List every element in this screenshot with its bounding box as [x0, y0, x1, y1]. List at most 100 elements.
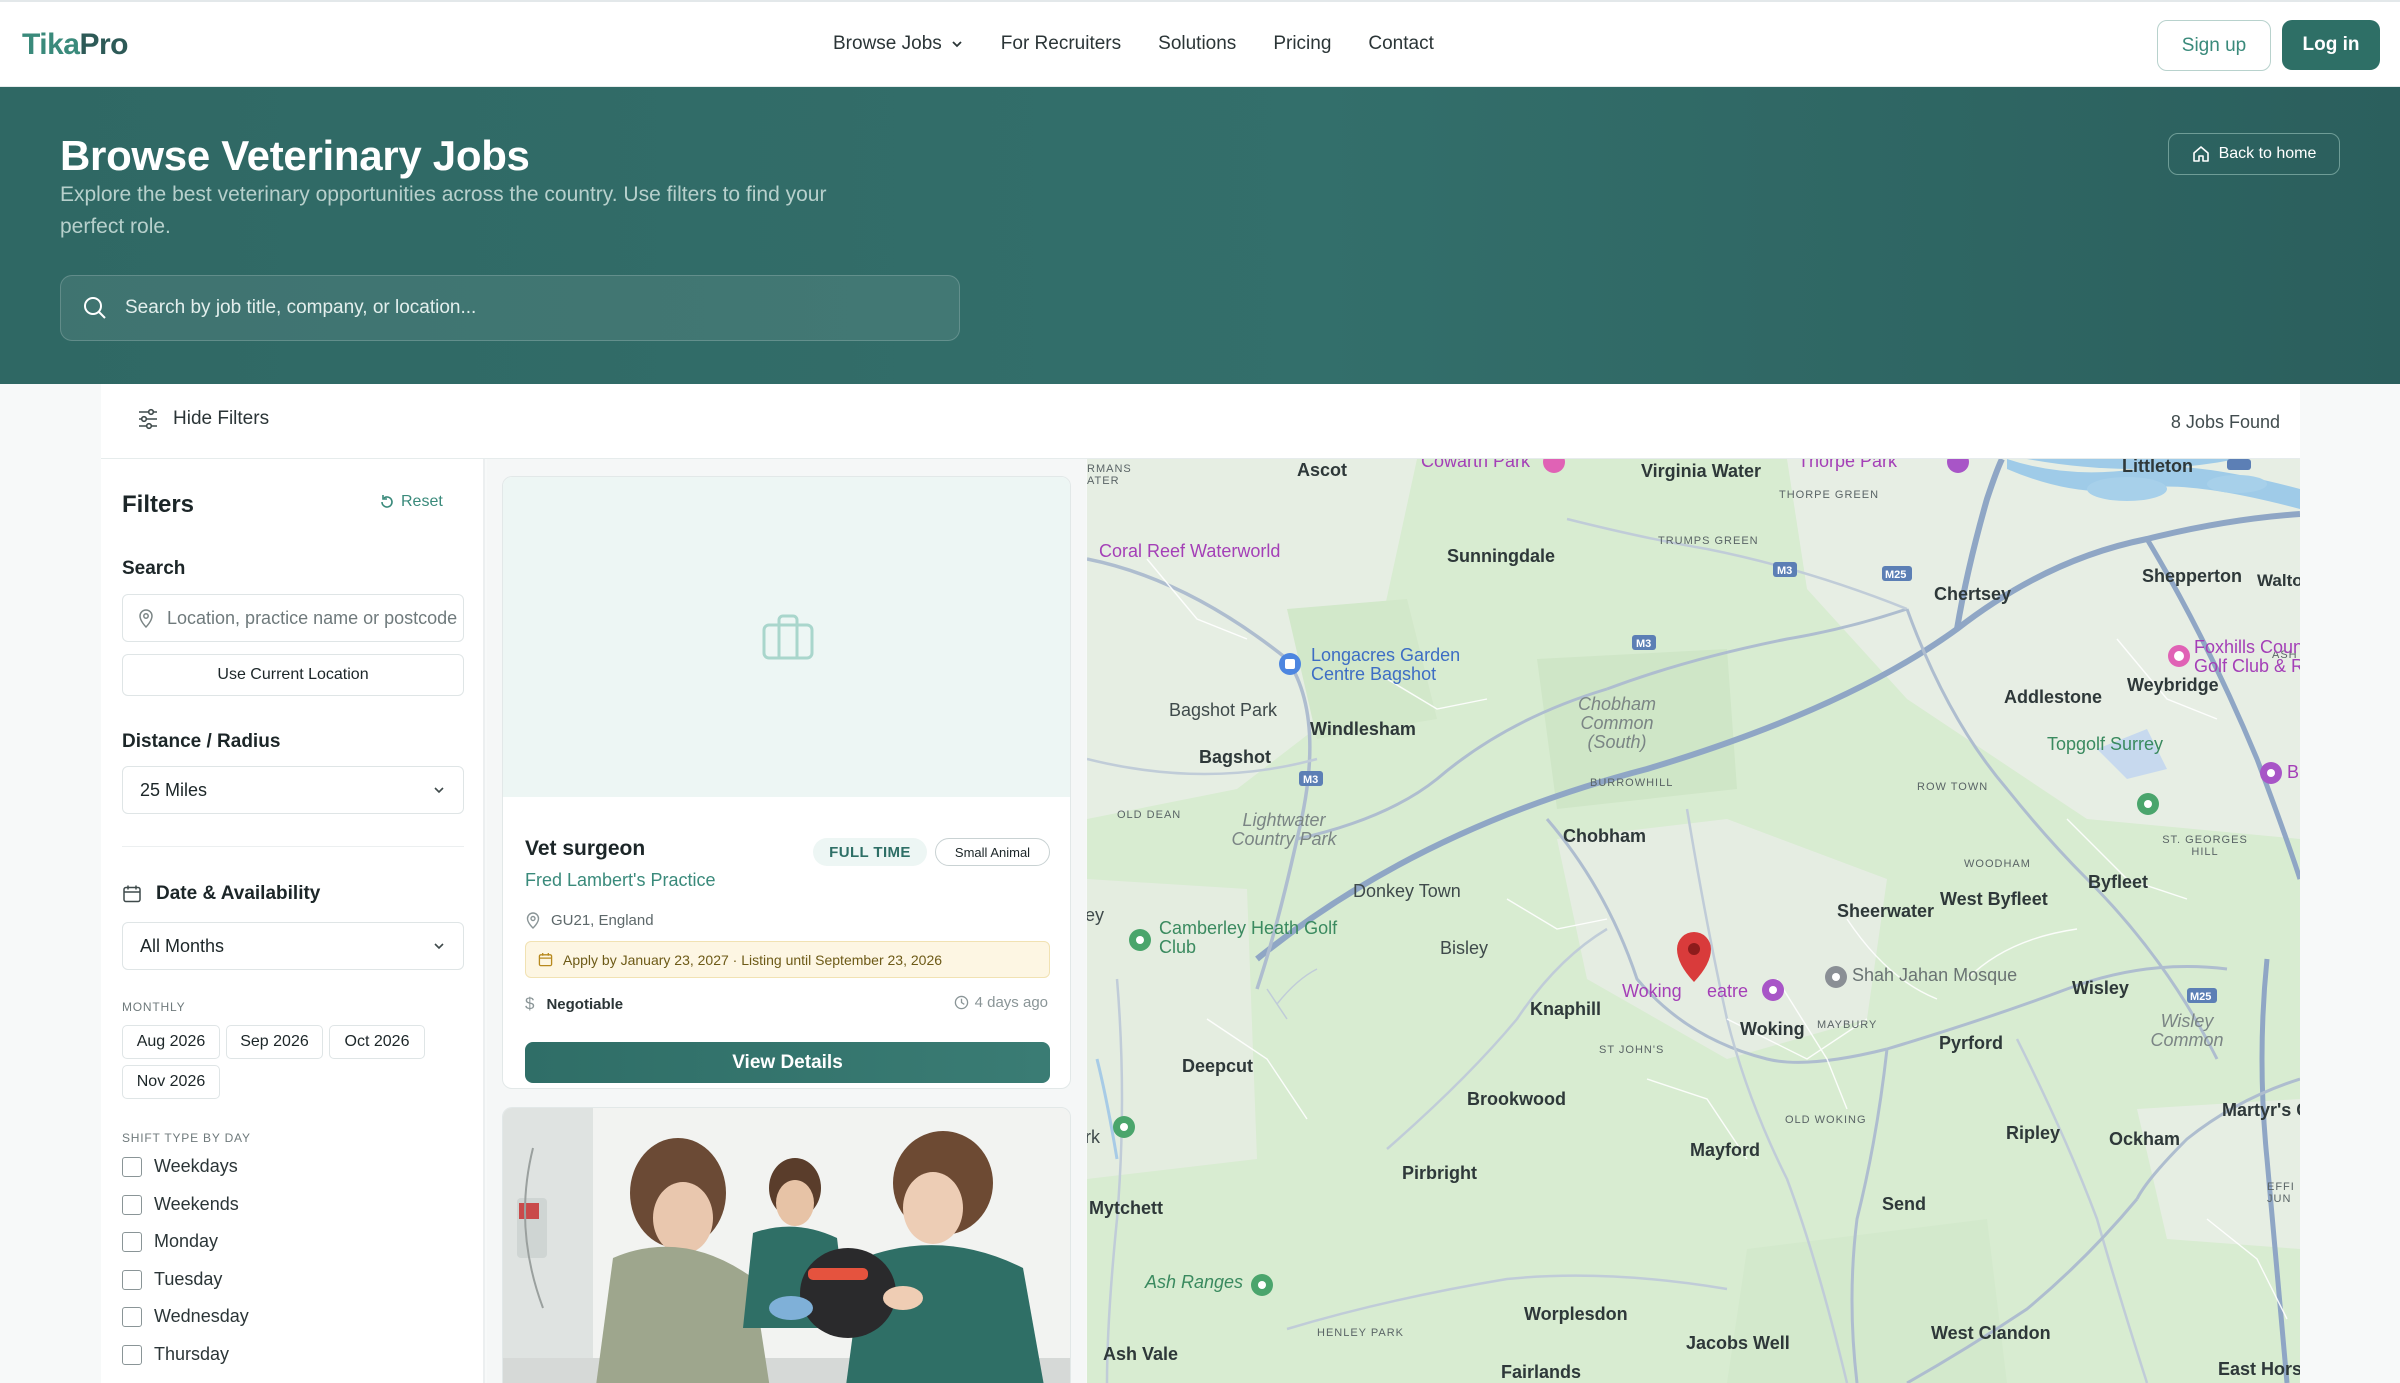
- map-label: rk: [1087, 1127, 1100, 1147]
- nav-solutions[interactable]: Solutions: [1158, 33, 1236, 55]
- sliders-icon: [139, 408, 157, 430]
- shift-checkbox-weekends[interactable]: Weekends: [122, 1194, 239, 1215]
- home-icon: [2192, 146, 2209, 162]
- checkbox[interactable]: [122, 1231, 142, 1252]
- map-label: Sheerwater: [1837, 901, 1935, 921]
- map-poi-label[interactable]: Thorpe Park: [1798, 459, 1897, 472]
- checkbox[interactable]: [122, 1156, 142, 1177]
- nav-pricing[interactable]: Pricing: [1273, 33, 1331, 55]
- map-label: Brookwood: [1467, 1089, 1566, 1109]
- login-button[interactable]: Log in: [2282, 20, 2380, 70]
- job-card-image-placeholder: [503, 477, 1070, 797]
- map-label: Ripley: [2006, 1123, 2061, 1143]
- map-label: Byfleet: [2088, 872, 2149, 892]
- job-title[interactable]: Vet surgeon: [525, 837, 645, 861]
- map-label: Send: [1882, 1194, 1927, 1214]
- shift-checkbox-weekdays[interactable]: Weekdays: [122, 1156, 238, 1177]
- chevron-down-icon: [434, 787, 444, 794]
- shift-checkbox-tuesday[interactable]: Tuesday: [122, 1269, 222, 1290]
- map-label: Chobham Common (South): [1577, 694, 1657, 752]
- map-label: Littleton: [2122, 459, 2193, 476]
- hide-filters-button[interactable]: Hide Filters: [137, 408, 269, 430]
- month-chip[interactable]: Sep 2026: [226, 1025, 323, 1059]
- job-card-photo[interactable]: [502, 1107, 1071, 1383]
- shift-checkbox-thursday[interactable]: Thursday: [122, 1344, 229, 1365]
- map-poi-label[interactable]: Topgolf Surrey: [2047, 734, 2163, 755]
- map-label: Addlestone: [2004, 687, 2103, 707]
- job-list: Vet surgeon FULL TIME Small Animal Fred …: [487, 459, 1086, 1383]
- map-label: Virginia Water: [1641, 461, 1762, 481]
- nav-contact[interactable]: Contact: [1368, 33, 1433, 55]
- job-card[interactable]: Vet surgeon FULL TIME Small Animal Fred …: [502, 476, 1071, 1089]
- calendar-icon: [123, 885, 141, 903]
- map-poi-label[interactable]: Cowarth Park: [1421, 459, 1530, 472]
- map-poi-label[interactable]: Brooklands Mus: [2287, 762, 2300, 783]
- page-subtitle: Explore the best veterinary opportunitie…: [60, 183, 827, 238]
- filters-title: Filters: [122, 491, 195, 518]
- map-label: ST. GEORGES HILL: [2162, 834, 2248, 858]
- dollar-icon: $: [525, 994, 535, 1013]
- map-label: BURROWHILL: [1590, 777, 1674, 789]
- map-label: Mayford: [1690, 1140, 1761, 1160]
- svg-text:M3: M3: [1777, 565, 1792, 577]
- map-label: Bisley: [1440, 938, 1489, 958]
- clock-icon: [954, 995, 968, 1010]
- map-label: OLD DEAN: [1117, 809, 1182, 821]
- shift-checkbox-monday[interactable]: Monday: [122, 1231, 218, 1252]
- map-label: Lightwater Country Park: [1231, 810, 1337, 849]
- job-location: GU21, England: [525, 911, 654, 929]
- vet-clinic-photo: [503, 1108, 1070, 1383]
- view-details-button[interactable]: View Details: [525, 1042, 1050, 1083]
- map-label: Knaphill: [1530, 999, 1601, 1019]
- signup-button[interactable]: Sign up: [2157, 20, 2271, 71]
- map-label: JUN: [2267, 1193, 2292, 1205]
- nav-for-recruiters[interactable]: For Recruiters: [1001, 33, 1121, 55]
- map-label: Chertsey: [1934, 584, 2012, 604]
- map-label: Woking: [1740, 1019, 1805, 1039]
- briefcase-icon: [762, 614, 813, 660]
- back-to-home-button[interactable]: Back to home: [2168, 133, 2340, 175]
- results-toolbar: Hide Filters 8 Jobs Found: [101, 384, 2300, 459]
- shift-type-label: SHIFT TYPE BY DAY: [122, 1131, 251, 1145]
- map-poi-label[interactable]: Coral Reef Waterworld: [1099, 541, 1280, 562]
- use-current-location-button[interactable]: Use Current Location: [122, 654, 464, 696]
- checkbox[interactable]: [122, 1306, 142, 1327]
- logo[interactable]: TikaPro: [22, 28, 129, 62]
- shift-checkbox-wednesday[interactable]: Wednesday: [122, 1306, 249, 1327]
- map-poi-label[interactable]: Ash Ranges: [1145, 1272, 1243, 1293]
- map-label: HENLEY PARK: [1317, 1327, 1405, 1339]
- map-label: RMANS: [1087, 463, 1132, 475]
- distance-select[interactable]: 25 Miles: [122, 766, 464, 814]
- map-label: Pyrford: [1939, 1033, 2004, 1053]
- checkbox[interactable]: [122, 1344, 142, 1365]
- map-poi-label[interactable]: Woking: [1622, 981, 1682, 1002]
- map-label: Donkey Town: [1353, 881, 1461, 901]
- map-poi-label[interactable]: Foxhills Country Club – Golf Club & Reso…: [2194, 638, 2300, 676]
- hero-search-placeholder: Search by job title, company, or locatio…: [125, 297, 477, 318]
- map-poi-label[interactable]: Longacres Garden Centre Bagshot: [1311, 646, 1511, 684]
- month-chip[interactable]: Aug 2026: [122, 1025, 220, 1059]
- jobs-map[interactable]: M3 M3 M3 M25 M25 Ascot Virginia Water Li…: [1087, 459, 2300, 1383]
- map-label: Worplesdon: [1524, 1304, 1628, 1324]
- month-chip[interactable]: Nov 2026: [122, 1065, 220, 1099]
- map-label: THORPE GREEN: [1779, 489, 1880, 501]
- reset-filters-button[interactable]: Reset: [379, 493, 443, 511]
- map-poi-label[interactable]: eatre: [1707, 981, 1748, 1002]
- map-label: ATER: [1087, 475, 1120, 487]
- practice-name[interactable]: Fred Lambert's Practice: [525, 870, 716, 891]
- map-poi-label[interactable]: Camberley Heath Golf Club: [1159, 919, 1339, 957]
- map-label: ROW TOWN: [1917, 781, 1989, 793]
- checkbox[interactable]: [122, 1269, 142, 1290]
- map-label: Bagshot: [1199, 747, 1271, 767]
- map-poi-label[interactable]: Shah Jahan Mosque: [1852, 965, 2017, 986]
- location-search-input[interactable]: Location, practice name or postcode: [122, 594, 464, 642]
- months-select[interactable]: All Months: [122, 922, 464, 970]
- map-label: Fairlands: [1501, 1362, 1582, 1382]
- nav-browse-jobs[interactable]: Browse Jobs: [833, 33, 964, 55]
- hero-search-input[interactable]: Search by job title, company, or locatio…: [60, 275, 960, 341]
- checkbox[interactable]: [122, 1194, 142, 1215]
- map-label: West Byfleet: [1940, 889, 2048, 909]
- search-icon: [84, 297, 106, 319]
- nav-links: Browse Jobs For Recruiters Solutions Pri…: [833, 33, 1471, 55]
- month-chip[interactable]: Oct 2026: [329, 1025, 425, 1059]
